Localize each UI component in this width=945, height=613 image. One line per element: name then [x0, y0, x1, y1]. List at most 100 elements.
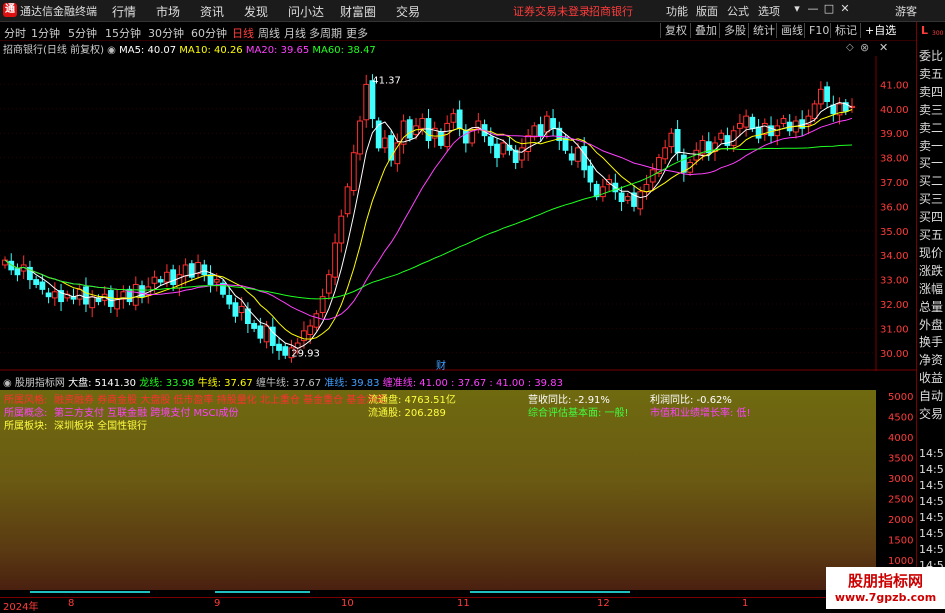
menu-options[interactable]: 选项	[758, 3, 780, 19]
candle[interactable]	[674, 129, 681, 154]
menu-function[interactable]: 功能	[666, 3, 688, 19]
candle[interactable]	[132, 283, 139, 306]
candle[interactable]	[438, 131, 444, 146]
candle[interactable]	[213, 279, 220, 283]
candle[interactable]	[157, 279, 164, 283]
quote-field-label[interactable]: 交易	[919, 405, 945, 422]
candle[interactable]	[755, 126, 762, 139]
draw-line-button[interactable]: 画线	[776, 23, 807, 38]
candle[interactable]	[76, 288, 83, 300]
candle[interactable]	[170, 269, 177, 285]
dropdown-icon[interactable]: ▾	[790, 2, 804, 18]
close-icon[interactable]: ✕	[838, 2, 852, 18]
menu-layout[interactable]: 版面	[696, 3, 718, 19]
menu-trade[interactable]: 交易	[396, 3, 420, 20]
candle[interactable]	[743, 115, 750, 128]
more-periods-button[interactable]: 更多	[346, 25, 368, 41]
period-tab[interactable]: 30分钟	[148, 25, 184, 41]
maximize-icon[interactable]: □	[822, 2, 836, 18]
candle[interactable]	[817, 88, 824, 105]
candle[interactable]	[350, 152, 357, 192]
overlay-button[interactable]: 叠加	[690, 23, 721, 38]
candle[interactable]	[494, 143, 500, 159]
candle[interactable]	[450, 113, 457, 123]
candle[interactable]	[811, 103, 818, 120]
menu-market[interactable]: 市场	[156, 3, 180, 20]
candle[interactable]	[500, 142, 507, 155]
menu-news[interactable]: 资讯	[200, 3, 224, 20]
candle[interactable]	[282, 346, 289, 356]
period-tab[interactable]: 15分钟	[105, 25, 141, 41]
candle[interactable]	[730, 130, 737, 146]
candle[interactable]	[718, 132, 725, 140]
candle[interactable]	[419, 118, 426, 129]
candle[interactable]	[575, 147, 581, 162]
candle[interactable]	[238, 305, 245, 314]
candle[interactable]	[668, 132, 675, 148]
candle[interactable]	[276, 343, 282, 351]
candle[interactable]	[469, 130, 475, 144]
candle[interactable]	[313, 313, 320, 328]
candle[interactable]	[749, 116, 756, 129]
candle[interactable]	[83, 286, 89, 305]
candle[interactable]	[33, 279, 40, 285]
candle[interactable]	[89, 296, 96, 309]
candle[interactable]	[680, 154, 687, 173]
candle[interactable]	[226, 294, 233, 305]
multi-stock-button[interactable]: 多股	[719, 23, 750, 38]
f10-button[interactable]: F10	[804, 23, 833, 38]
candle[interactable]	[736, 122, 743, 129]
candle[interactable]	[543, 115, 550, 133]
candle[interactable]	[257, 325, 264, 339]
candle[interactable]	[363, 83, 370, 121]
candle[interactable]	[39, 281, 46, 290]
candle[interactable]	[519, 147, 525, 161]
price-chart[interactable]: 41.00 40.00 39.00 38.00 37.00 36.00 35.00 34.00…	[0, 56, 916, 371]
candle[interactable]	[382, 137, 388, 149]
candle[interactable]	[599, 186, 606, 198]
period-tab[interactable]: 分时	[4, 25, 26, 41]
fq-button[interactable]: 复权	[660, 23, 691, 38]
candle[interactable]	[151, 276, 158, 284]
candle[interactable]	[537, 124, 544, 137]
candle[interactable]	[568, 153, 575, 161]
candle[interactable]	[338, 215, 345, 244]
candle[interactable]	[462, 130, 469, 144]
chart-close-icon[interactable]: ✕	[879, 41, 888, 54]
minimize-icon[interactable]: —	[806, 2, 820, 18]
candle[interactable]	[369, 80, 376, 120]
stats-button[interactable]: 统计	[748, 23, 779, 38]
candle[interactable]	[637, 191, 644, 210]
menu-formula[interactable]: 公式	[727, 3, 749, 19]
candle[interactable]	[332, 242, 338, 278]
candle[interactable]	[114, 298, 121, 310]
candle[interactable]	[263, 325, 270, 343]
candle[interactable]	[14, 268, 21, 276]
candle[interactable]	[824, 86, 830, 102]
candle[interactable]	[232, 302, 239, 317]
stock-name-link[interactable]: 招商银行	[589, 3, 633, 19]
finance-marker[interactable]: 财	[436, 359, 446, 371]
candle[interactable]	[643, 183, 650, 193]
period-tab[interactable]: 5分钟	[68, 25, 97, 41]
candle[interactable]	[724, 135, 731, 146]
candle[interactable]	[251, 323, 258, 329]
period-tab[interactable]: 多周期	[309, 25, 342, 41]
period-tab[interactable]: 月线	[284, 25, 306, 41]
candle[interactable]	[164, 271, 170, 283]
period-tab[interactable]: 60分钟	[191, 25, 227, 41]
candle[interactable]	[406, 119, 413, 139]
candle[interactable]	[618, 192, 625, 203]
add-watchlist-button[interactable]: +自选	[860, 23, 900, 38]
candle[interactable]	[201, 264, 208, 276]
collapse-icon[interactable]: ⊗	[860, 41, 869, 54]
candle[interactable]	[531, 125, 538, 138]
candle[interactable]	[357, 120, 363, 155]
candle[interactable]	[780, 118, 787, 124]
candle[interactable]	[207, 274, 214, 285]
login-status[interactable]: 证券交易未登录	[513, 3, 590, 19]
menu-discover[interactable]: 发现	[244, 3, 268, 20]
candle[interactable]	[550, 118, 556, 129]
candle[interactable]	[45, 292, 52, 298]
menu-ask[interactable]: 问小达	[288, 3, 324, 20]
